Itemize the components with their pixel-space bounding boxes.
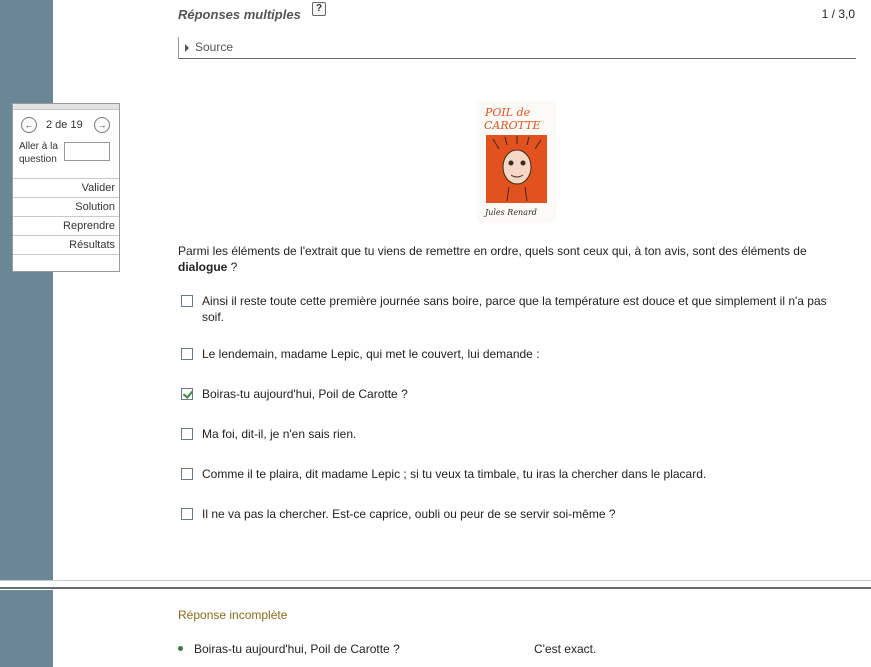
nav-panel-footer [13, 254, 119, 272]
cover-author: Jules Renard [483, 208, 537, 217]
option-checkbox[interactable] [181, 348, 193, 360]
option-checkbox[interactable] [181, 508, 193, 520]
expand-arrow-icon [185, 44, 189, 52]
bullet-icon [178, 646, 183, 651]
source-label: Source [195, 40, 234, 54]
help-icon[interactable]: ? [312, 2, 326, 16]
nav-panel-header [13, 104, 119, 110]
question-text-before: Parmi les éléments de l'extrait que tu v… [178, 244, 807, 258]
option-label: Ma foi, dit-il, je n'en sais rien. [202, 427, 357, 441]
previous-question-button[interactable]: ← [21, 117, 37, 133]
option-checkbox-checked[interactable] [181, 388, 193, 400]
option-label: Comme il te plaira, dit madame Lepic ; s… [202, 467, 707, 481]
cover-title-top: POIL de [484, 106, 531, 119]
question-text-after: ? [227, 260, 238, 274]
option-label: Boiras-tu aujourd'hui, Poil de Carotte ? [202, 387, 408, 401]
question-counter: 2 de 19 [46, 119, 83, 131]
option-label: Ainsi il reste toute cette première jour… [202, 294, 827, 324]
book-cover-image: POIL de CAROTTE Jules Renard [477, 101, 556, 222]
question-keyword: dialogue [178, 260, 228, 274]
goto-question-input[interactable] [64, 142, 110, 161]
restart-button[interactable]: Reprendre [13, 216, 119, 234]
navigation-panel: ← 2 de 19 → Aller à la question Valider … [12, 103, 120, 272]
option-checkbox[interactable] [181, 468, 193, 480]
next-question-button[interactable]: → [94, 117, 110, 133]
left-sidebar-strip [0, 0, 53, 667]
results-button[interactable]: Résultats [13, 235, 119, 253]
feedback-title: Réponse incomplète [178, 608, 288, 622]
option-checkbox[interactable] [181, 295, 193, 307]
feedback-status: C'est exact. [534, 642, 597, 656]
validate-button[interactable]: Valider [13, 178, 119, 196]
goto-question-label: Aller à la question [19, 141, 58, 165]
option-label: Le lendemain, madame Lepic, qui met le c… [202, 347, 540, 361]
left-sidebar-strip-bottom [0, 590, 53, 667]
question-text: Parmi les éléments de l'extrait que tu v… [178, 243, 858, 275]
section-divider [0, 580, 871, 590]
solution-button[interactable]: Solution [13, 197, 119, 215]
feedback-answer: Boiras-tu aujourd'hui, Poil de Carotte ? [194, 642, 400, 656]
option-label: Il ne va pas la chercher. Est-ce caprice… [202, 507, 616, 521]
score-display: 1 / 3,0 [821, 7, 855, 21]
page-title: Réponses multiples [178, 7, 301, 22]
cover-title-bottom: CAROTTE [484, 119, 541, 132]
source-toggle[interactable]: Source [178, 37, 856, 59]
option-checkbox[interactable] [181, 428, 193, 440]
